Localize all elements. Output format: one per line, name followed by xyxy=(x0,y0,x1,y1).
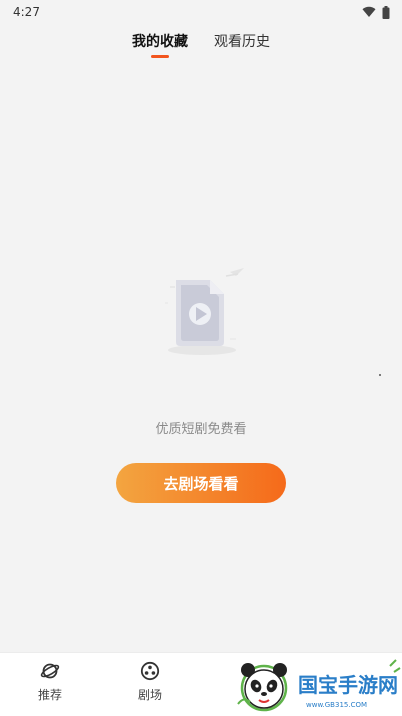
tab-bar: 我的收藏 观看历史 xyxy=(0,30,402,60)
status-icons xyxy=(362,5,390,19)
film-reel-icon xyxy=(140,661,160,681)
battery-icon xyxy=(382,5,390,19)
planet-icon xyxy=(40,663,60,679)
watermark-url: www.GB315.COM xyxy=(306,701,367,709)
active-tab-indicator xyxy=(151,55,169,58)
status-bar: 4:27 xyxy=(0,0,402,24)
status-time: 4:27 xyxy=(13,5,40,19)
nav-item-recommend[interactable]: 推荐 xyxy=(20,661,80,711)
video-file-icon xyxy=(165,268,244,355)
stray-dot xyxy=(379,374,381,376)
empty-state-message: 优质短剧免费看 xyxy=(155,422,247,437)
watermark-brand: 国宝手游网 xyxy=(298,673,398,697)
nav-label-theater: 剧场 xyxy=(137,688,162,702)
tab-history[interactable]: 观看历史 xyxy=(214,30,270,56)
tab-favorites[interactable]: 我的收藏 xyxy=(132,30,188,58)
nav-label-recommend: 推荐 xyxy=(37,688,62,702)
watermark-logo: 国宝手游网 www.GB315.COM xyxy=(230,656,402,716)
tab-history-label: 观看历史 xyxy=(214,34,270,50)
nav-item-theater[interactable]: 剧场 xyxy=(120,661,180,711)
go-to-theater-button[interactable]: 去剧场看看 xyxy=(116,463,286,503)
tab-favorites-label: 我的收藏 xyxy=(132,34,188,50)
wifi-icon xyxy=(362,6,376,17)
panda-logo: 国宝手游网 www.GB315.COM xyxy=(234,659,401,714)
